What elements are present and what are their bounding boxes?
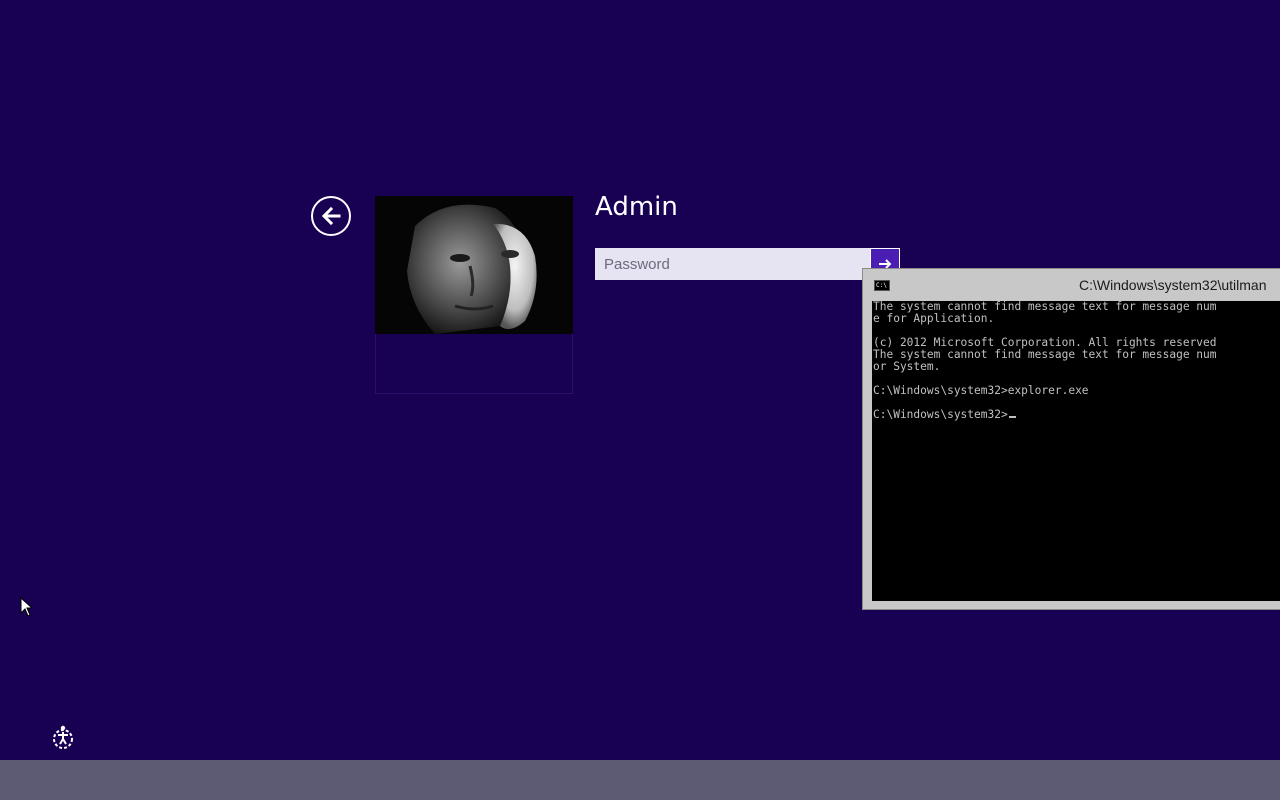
- back-button[interactable]: [311, 196, 351, 236]
- mouse-pointer-icon: [20, 597, 34, 617]
- ease-of-access-icon[interactable]: [50, 725, 76, 751]
- avatar-image: [375, 196, 573, 334]
- password-box: [595, 248, 900, 280]
- avatar-frame: [375, 334, 573, 394]
- console-output[interactable]: The system cannot find message text for …: [872, 301, 1280, 601]
- console-prompt-line: C:\Windows\system32>: [873, 409, 1280, 421]
- console-line: e for Application.: [873, 312, 995, 325]
- lock-screen: Admin C:\ C:\Windows\system32\utilman Th…: [0, 0, 1280, 800]
- console-line: or System.: [873, 360, 941, 373]
- bottom-bar: [0, 760, 1280, 800]
- console-title: C:\Windows\system32\utilman: [1079, 277, 1267, 293]
- user-avatar: [375, 196, 573, 334]
- console-titlebar[interactable]: C:\ C:\Windows\system32\utilman: [863, 269, 1280, 301]
- cmd-icon: C:\: [874, 280, 890, 291]
- username-label: Admin: [595, 192, 678, 222]
- console-line: C:\Windows\system32>explorer.exe: [873, 384, 1089, 397]
- back-arrow-icon: [321, 206, 341, 226]
- console-prompt: C:\Windows\system32>: [873, 408, 1008, 421]
- console-window[interactable]: C:\ C:\Windows\system32\utilman The syst…: [862, 268, 1280, 610]
- password-input[interactable]: [595, 248, 870, 280]
- text-cursor: [1008, 416, 1016, 418]
